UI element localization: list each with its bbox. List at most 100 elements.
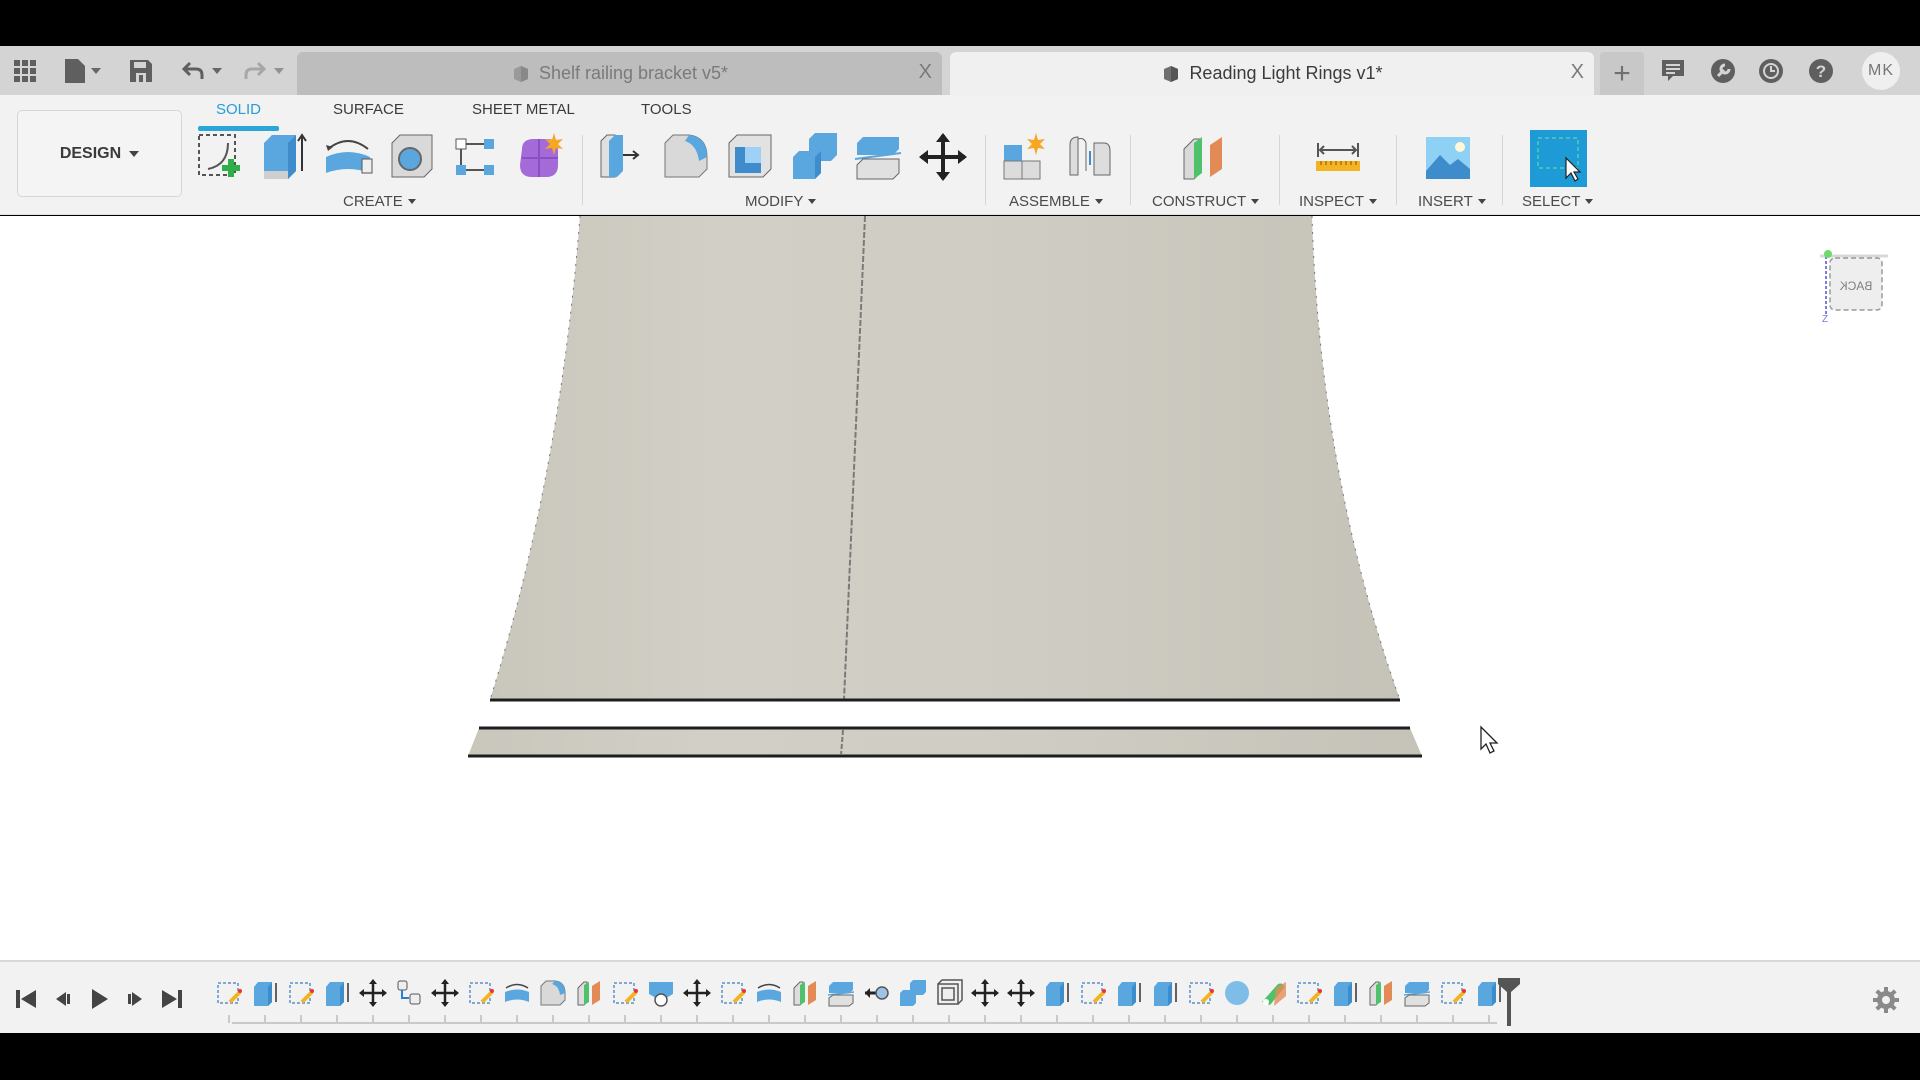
timeline-feature-sketch-icon[interactable] — [1438, 978, 1468, 1008]
timeline-tick — [840, 1015, 842, 1023]
document-tab-reading-light-rings[interactable]: Reading Light Rings v1* X — [950, 52, 1594, 95]
timeline-feature-sketch-icon[interactable] — [1294, 978, 1324, 1008]
timeline-feature-revolve-icon[interactable] — [502, 978, 532, 1008]
press-pull-icon[interactable] — [597, 131, 649, 183]
file-menu-button[interactable] — [62, 56, 104, 86]
timeline — [0, 960, 1920, 1033]
timeline-feature-sketch-icon[interactable] — [1078, 978, 1108, 1008]
timeline-feature-move-icon[interactable] — [682, 978, 712, 1008]
extrude-icon[interactable] — [258, 131, 310, 183]
timeline-feature-sketch-icon[interactable] — [718, 978, 748, 1008]
user-avatar[interactable]: MK — [1862, 52, 1900, 90]
timeline-feature-sphere-icon[interactable] — [1222, 978, 1252, 1008]
construct-menu[interactable]: CONSTRUCT — [1152, 193, 1260, 210]
tab-surface[interactable]: SURFACE — [333, 101, 404, 118]
timeline-tick — [1308, 1015, 1310, 1023]
viewcube[interactable]: BACK Z — [1818, 246, 1888, 322]
timeline-feature-extrude-icon[interactable] — [1150, 978, 1180, 1008]
timeline-marker[interactable] — [1498, 978, 1520, 1028]
insert-menu[interactable]: INSERT — [1418, 193, 1486, 210]
timeline-feature-combine-icon[interactable] — [898, 978, 928, 1008]
timeline-feature-move-icon[interactable] — [1006, 978, 1036, 1008]
close-tab-button[interactable]: X — [919, 61, 932, 84]
tab-solid[interactable]: SOLID — [216, 101, 261, 118]
timeline-feature-extrude-icon[interactable] — [250, 978, 280, 1008]
timeline-feature-move-icon[interactable] — [430, 978, 460, 1008]
revolve-icon[interactable] — [322, 131, 374, 183]
go-to-start-icon[interactable] — [12, 984, 42, 1014]
timeline-feature-sketch-icon[interactable] — [466, 978, 496, 1008]
help-icon[interactable]: ? — [1808, 56, 1834, 86]
shell-icon[interactable] — [725, 131, 777, 183]
assemble-menu[interactable]: ASSEMBLE — [1009, 193, 1103, 210]
window-select-icon[interactable] — [1530, 130, 1587, 187]
play-icon[interactable] — [84, 984, 114, 1014]
create-form-icon[interactable] — [514, 131, 566, 183]
timeline-feature-extrude-icon[interactable] — [1042, 978, 1072, 1008]
go-to-end-icon[interactable] — [156, 984, 186, 1014]
tab-tools[interactable]: TOOLS — [641, 101, 692, 118]
timeline-feature-fillet-icon[interactable] — [538, 978, 568, 1008]
joint-icon[interactable] — [1064, 131, 1116, 183]
ring-band-lower[interactable] — [468, 728, 1422, 756]
timeline-feature-split-icon[interactable] — [1402, 978, 1432, 1008]
timeline-tick — [696, 1015, 698, 1023]
new-component-icon[interactable] — [1000, 131, 1052, 183]
workspace-switcher[interactable]: DESIGN — [17, 110, 182, 197]
step-back-icon[interactable] — [48, 984, 78, 1014]
undo-button[interactable] — [178, 56, 226, 86]
timeline-feature-sketch-icon[interactable] — [610, 978, 640, 1008]
pattern-icon[interactable] — [450, 131, 502, 183]
notifications-icon[interactable] — [1660, 56, 1686, 86]
document-tab-shelf-railing-bracket[interactable]: Shelf railing bracket v5* X — [297, 52, 942, 95]
timeline-feature-hole-icon[interactable] — [646, 978, 676, 1008]
timeline-feature-move-icon[interactable] — [970, 978, 1000, 1008]
combine-icon[interactable] — [789, 131, 841, 183]
split-body-icon[interactable] — [853, 131, 905, 183]
gear-icon[interactable] — [1872, 986, 1900, 1014]
fillet-icon[interactable] — [661, 131, 713, 183]
save-button[interactable] — [128, 56, 154, 86]
step-forward-icon[interactable] — [120, 984, 150, 1014]
inspect-menu[interactable]: INSPECT — [1299, 193, 1378, 210]
timeline-feature-revolve-icon[interactable] — [754, 978, 784, 1008]
timeline-tick — [516, 1015, 518, 1023]
move-copy-icon[interactable] — [917, 131, 969, 183]
ring-body-upper[interactable] — [490, 216, 1400, 700]
redo-button[interactable] — [240, 56, 288, 86]
timeline-feature-sketch-icon[interactable] — [286, 978, 316, 1008]
apps-grid-icon[interactable] — [12, 56, 38, 86]
create-menu[interactable]: CREATE — [343, 193, 416, 210]
job-status-icon[interactable] — [1758, 56, 1784, 86]
timeline-feature-sketch-icon[interactable] — [1186, 978, 1216, 1008]
timeline-feature-plane-icon[interactable] — [790, 978, 820, 1008]
timeline-feature-sketch-icon[interactable] — [214, 978, 244, 1008]
3d-canvas[interactable]: BACK Z — [0, 216, 1920, 960]
new-tab-button[interactable]: + — [1600, 52, 1644, 95]
timeline-feature-sweep-icon[interactable] — [1258, 978, 1288, 1008]
timeline-feature-plane-icon[interactable] — [1366, 978, 1396, 1008]
select-menu[interactable]: SELECT — [1522, 193, 1594, 210]
tab-sheet-metal[interactable]: SHEET METAL — [472, 101, 575, 118]
insert-canvas-icon[interactable] — [1422, 131, 1474, 183]
group-divider — [1502, 135, 1503, 205]
timeline-feature-move-icon[interactable] — [358, 978, 388, 1008]
timeline-feature-rotate-body-icon[interactable] — [862, 978, 892, 1008]
timeline-feature-extrude-icon[interactable] — [322, 978, 352, 1008]
timeline-feature-plane-icon[interactable] — [574, 978, 604, 1008]
measure-icon[interactable] — [1312, 131, 1364, 183]
chevron-down-icon — [1251, 199, 1260, 204]
offset-plane-icon[interactable] — [1180, 131, 1232, 183]
extensions-icon[interactable] — [1710, 56, 1736, 86]
timeline-feature-split-icon[interactable] — [826, 978, 856, 1008]
create-sketch-icon[interactable] — [194, 131, 246, 183]
close-tab-button[interactable]: X — [1571, 61, 1584, 84]
timeline-tick — [1380, 1015, 1382, 1023]
timeline-feature-extrude-icon[interactable] — [1114, 978, 1144, 1008]
modify-menu[interactable]: MODIFY — [745, 193, 817, 210]
timeline-feature-extrude-icon[interactable] — [1330, 978, 1360, 1008]
hole-icon[interactable] — [386, 131, 438, 183]
timeline-tick — [1344, 1015, 1346, 1023]
timeline-feature-shell-icon[interactable] — [934, 978, 964, 1008]
timeline-feature-align-icon[interactable] — [394, 978, 424, 1008]
